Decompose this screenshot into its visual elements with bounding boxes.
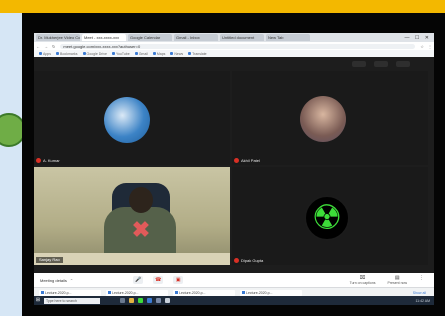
participant-name: Sanjay Rao (36, 257, 63, 263)
bookmark-item[interactable]: Google Drive (82, 51, 107, 56)
file-icon (175, 290, 178, 294)
participant-name: Dipak Gupta (241, 257, 264, 263)
bookmark-icon (134, 51, 138, 55)
bookmark-item[interactable]: Gmail (134, 51, 148, 56)
chrome-icon[interactable] (138, 298, 143, 303)
bookmark-item[interactable]: Maps (152, 51, 165, 56)
chevron-up-icon: ⌃ (69, 277, 74, 283)
download-item[interactable]: Lecture-2020.p... (173, 289, 235, 296)
windows-start-icon[interactable]: ⊞ (34, 297, 42, 304)
monitor-frame: Dr. Mukherjee Video Co... Meet - xxx-xxx… (22, 13, 445, 316)
browser-tab-active[interactable]: Meet - xxx-xxxx-xxx (82, 34, 126, 41)
hang-up-icon[interactable]: ☎ (153, 276, 164, 284)
desk-shape (34, 253, 230, 265)
bookmark-item[interactable]: YouTube (111, 51, 130, 56)
menu-icon[interactable]: ⋮ (426, 44, 434, 49)
browser-tab[interactable]: Dr. Mukherjee Video Co... (36, 34, 80, 41)
x-mark-icon: ✖ (131, 217, 151, 242)
bookmark-icon (188, 51, 192, 55)
os-taskbar: ⊞ Type here to search 11:42 AM (34, 296, 434, 305)
show-all-downloads-link[interactable]: Show all (413, 291, 434, 295)
participant-video-tile[interactable]: ✖ Sanjay Rao (34, 167, 230, 265)
window-controls[interactable]: — ☐ ✕ (405, 35, 434, 41)
download-item[interactable]: Lecture-2020.p... (39, 289, 101, 296)
bookmark-icon (152, 51, 156, 55)
file-icon (41, 290, 44, 294)
taskbar-apps (120, 298, 170, 303)
participant-tile[interactable]: A. Kumar (34, 71, 230, 165)
back-icon[interactable]: ← (34, 44, 42, 49)
present-button[interactable]: ▤ Present now (388, 275, 407, 285)
participant-name: Akhil Patel (241, 157, 260, 163)
side-panel (0, 13, 26, 316)
browser-tab[interactable]: New Tab (266, 34, 310, 41)
microphone-icon[interactable]: 🎤 (133, 276, 144, 284)
browser-tab[interactable]: Untitled document (220, 34, 264, 41)
file-icon (108, 290, 111, 294)
bookmarks-bar: Apps Bookmarks Google Drive YouTube Gmai… (34, 50, 434, 57)
captions-label: Turn on captions (349, 281, 376, 285)
meeting-top-controls (352, 61, 410, 67)
meeting-details-button[interactable]: Meeting details ⌃ (34, 278, 73, 283)
chat-button[interactable] (374, 61, 388, 67)
taskbar-search-input[interactable]: Type here to search (44, 297, 100, 304)
present-label: Present now (387, 281, 407, 285)
bookmark-icon (82, 51, 86, 55)
camera-icon[interactable]: ▣ (173, 276, 184, 284)
radiation-symbol-icon: ☢ (311, 199, 343, 237)
radiation-avatar: ☢ (304, 195, 350, 241)
account-button[interactable] (396, 61, 410, 67)
participant-name-tag: Akhil Patel (234, 157, 260, 163)
participant-name-tag: Dipak Gupta (234, 257, 263, 263)
bookmark-item[interactable]: Apps (39, 51, 51, 56)
person-head-shape (129, 187, 153, 213)
mic-off-icon (234, 257, 239, 263)
download-item[interactable]: Lecture-2020.p... (240, 289, 302, 296)
person-photo-avatar-icon (300, 96, 346, 142)
address-bar: ← → ↻ meet.google.com/xxx-xxxx-xxx?authu… (34, 42, 434, 50)
bookmark-icon (55, 51, 59, 55)
bookmark-item[interactable]: Bookmarks (55, 51, 78, 56)
edge-icon[interactable] (147, 298, 152, 303)
download-item[interactable]: Lecture-2020.p... (106, 289, 168, 296)
more-options-icon: ⋮ (419, 275, 424, 281)
star-icon[interactable]: ☆ (418, 44, 426, 49)
url-input[interactable]: meet.google.com/xxx-xxxx-xxx?authuser=0 (60, 43, 416, 49)
globe-avatar-icon (104, 97, 150, 143)
mail-icon[interactable] (165, 298, 170, 303)
participant-tile[interactable]: ☢ Dipak Gupta (232, 167, 428, 265)
bookmark-item[interactable]: News (170, 51, 183, 56)
participant-tile[interactable]: Akhil Patel (232, 71, 428, 165)
bookmark-icon (170, 51, 174, 55)
bookmark-item[interactable]: Translate (188, 51, 207, 56)
call-controls: 🎤 ☎ ▣ (133, 276, 184, 284)
screen: Dr. Mukherjee Video Co... Meet - xxx-xxx… (34, 33, 434, 305)
forward-icon[interactable]: → (42, 44, 50, 49)
taskbar-clock[interactable]: 11:42 AM (415, 299, 434, 303)
video-feed: ✖ (34, 167, 230, 265)
toolbar-right-controls: ⌧ Turn on captions ▤ Present now ⋮ (350, 275, 434, 285)
captions-button[interactable]: ⌧ Turn on captions (350, 275, 376, 285)
meeting-details-label: Meeting details (40, 277, 67, 283)
browser-tab[interactable]: Google Calendar (128, 34, 172, 41)
meeting-toolbar: Meeting details ⌃ 🎤 ☎ ▣ ⌧ Turn on captio… (34, 273, 434, 287)
file-icon (242, 290, 245, 294)
reload-icon[interactable]: ↻ (50, 44, 57, 49)
bookmark-icon (39, 51, 42, 55)
participants-button[interactable] (352, 61, 366, 67)
mic-off-icon (36, 157, 41, 163)
file-explorer-icon[interactable] (129, 298, 134, 303)
more-options-button[interactable]: ⋮ (419, 275, 424, 285)
store-icon[interactable] (156, 298, 161, 303)
mic-off-icon (234, 157, 239, 163)
browser-tab-bar: Dr. Mukherjee Video Co... Meet - xxx-xxx… (34, 33, 434, 42)
browser-tab[interactable]: Gmail - Inbox (174, 34, 218, 41)
participant-name: A. Kumar (43, 157, 60, 163)
task-view-icon[interactable] (120, 298, 125, 303)
meeting-grid: A. Kumar Akhil Patel ✖ Sanjay Rao ☢ Dipa… (34, 57, 434, 273)
bookmark-icon (111, 51, 115, 55)
participant-name-tag: A. Kumar (36, 157, 60, 163)
